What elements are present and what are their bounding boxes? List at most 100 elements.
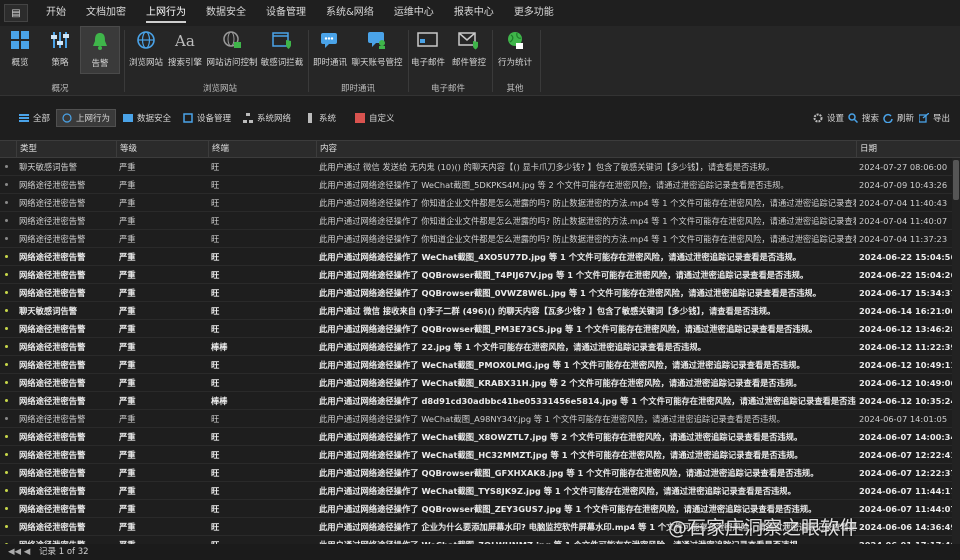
menu-start[interactable]: 开始 bbox=[36, 0, 76, 26]
table-row[interactable]: 网络途径泄密告警 严重 旺 此用户通过网络途径操作了 WeChat截图_TYS8JK9… bbox=[0, 482, 960, 500]
table-row[interactable]: 网络途径泄密告警 严重 旺 此用户通过网络途径操作了 你知道企业文件都是怎么泄露的吗?… bbox=[0, 212, 960, 230]
filter-system-network[interactable]: 系统网络 bbox=[238, 109, 296, 127]
svg-text:Aa: Aa bbox=[174, 32, 195, 50]
filter-custom[interactable]: 自定义 bbox=[350, 109, 400, 127]
table-row[interactable]: 网络途径泄密告警 严重 棒棒 此用户通过网络途径操作了 d8d91cd30adbbc4… bbox=[0, 392, 960, 410]
scrollbar-thumb[interactable] bbox=[953, 160, 959, 200]
table-row[interactable]: 网络途径泄密告警 严重 旺 此用户通过网络途径操作了 你知道企业文件都是怎么泄露的吗?… bbox=[0, 230, 960, 248]
menu-ops-center[interactable]: 运维中心 bbox=[384, 0, 444, 26]
cell-date: 2024-07-09 10:43:26 bbox=[859, 180, 948, 190]
table-row[interactable]: 聊天敏感词告警 严重 旺 此用户通过 微信 接收来自 ()李子二群 (496)() 的… bbox=[0, 302, 960, 320]
app-menu-icon[interactable]: ▤ bbox=[4, 4, 28, 22]
export-button[interactable]: 导出 bbox=[914, 109, 955, 127]
website-access-control-button[interactable]: 网站访问控制 bbox=[206, 26, 258, 74]
table-row[interactable]: 网络途径泄密告警 严重 旺 此用户通过网络途径操作了 QQBrowser截图_T4PI… bbox=[0, 266, 960, 284]
table-row[interactable]: 网络途径泄密告警 严重 旺 此用户通过网络途径操作了 WeChat截图_HC32MMZ… bbox=[0, 446, 960, 464]
alert-table: 类型 等级 终端 内容 日期 聊天敏感词告警 严重旺此用户通过 微信 发送给 无内… bbox=[0, 140, 960, 544]
ribbon-separator bbox=[492, 30, 493, 92]
cell-date: 2024-06-07 12:22:41 bbox=[859, 450, 952, 460]
email-label: 电子邮件 bbox=[410, 58, 445, 68]
table-row[interactable]: 网络途径泄密告警 严重 旺 此用户通过网络途径操作了 WeChat截图_KRABX31… bbox=[0, 374, 960, 392]
cell-type: 网络途径泄密告警 bbox=[16, 536, 116, 544]
cell-terminal: 旺 bbox=[211, 216, 220, 226]
browse-websites-button[interactable]: 浏览网站 bbox=[128, 26, 164, 74]
menu-report-center[interactable]: 报表中心 bbox=[444, 0, 504, 26]
table-row[interactable]: 网络途径泄密告警 严重 旺 此用户通过网络途径操作了 你知道企业文件都是怎么泄露的吗?… bbox=[0, 194, 960, 212]
cell-content: 此用户通过网络途径操作了 QQBrowser截图_PM3E73CS.jpg 等 … bbox=[319, 324, 818, 334]
alert-button[interactable]: 告警 bbox=[80, 26, 120, 74]
cell-level: 严重 bbox=[119, 180, 136, 190]
cell-level: 严重 bbox=[119, 486, 136, 496]
email-button[interactable]: 电子邮件 bbox=[410, 26, 446, 74]
behavior-stats-button[interactable]: 行为统计 bbox=[496, 26, 534, 74]
table-row[interactable]: 网络途径泄密告警 严重 旺 此用户通过网络途径操作了 WeChat截图_4XO5U77… bbox=[0, 248, 960, 266]
cell-content: 此用户通过网络途径操作了 WeChat截图_PMOX0LMG.jpg 等 1 个… bbox=[319, 360, 805, 370]
column-header-date[interactable]: 日期 bbox=[856, 141, 952, 157]
record-nav-icons[interactable]: ◀◀ ◀ bbox=[8, 547, 30, 557]
menu-label: 设备管理 bbox=[266, 7, 306, 18]
ribbon-separator bbox=[408, 30, 409, 92]
cell-content: 此用户通过网络途径操作了 WeChat截图_5DKPKS4M.jpg 等 2 个… bbox=[319, 180, 789, 190]
table-row[interactable]: 网络途径泄密告警 严重 旺 此用户通过网络途径操作了 QQBrowser截图_0VWZ… bbox=[0, 284, 960, 302]
email-control-button[interactable]: 邮件管控 bbox=[450, 26, 488, 74]
table-row[interactable]: 聊天敏感词告警 严重 旺 此用户通过 微信 发送给 无内鬼 (10)() 的聊天内容【… bbox=[0, 158, 960, 176]
sensitive-word-block-button[interactable]: 敏感词拦截 bbox=[260, 26, 304, 74]
vertical-scrollbar[interactable] bbox=[952, 158, 960, 544]
cell-type: 网络途径泄密告警 bbox=[19, 486, 86, 496]
filter-internet-behavior[interactable]: 上网行为 bbox=[56, 109, 117, 127]
column-header-type[interactable]: 类型 bbox=[16, 141, 116, 157]
menu-doc-encrypt[interactable]: 文档加密 bbox=[76, 0, 136, 26]
refresh-button[interactable]: 刷新 bbox=[878, 109, 919, 127]
column-header-terminal[interactable]: 终端 bbox=[208, 141, 316, 157]
column-header-level[interactable]: 等级 bbox=[116, 141, 208, 157]
email-icon bbox=[416, 28, 440, 52]
instant-messaging-button[interactable]: 即时通讯 bbox=[312, 26, 348, 74]
cell-terminal: 旺 bbox=[211, 234, 220, 244]
chat-account-control-button[interactable]: 聊天账号管控 bbox=[350, 26, 404, 74]
cell-content: 此用户通过网络途径操作了 你知道企业文件都是怎么泄露的吗? 防止数据泄密的方法.… bbox=[319, 216, 856, 226]
table-row[interactable]: 网络途径泄密告警 严重 旺 此用户通过网络途径操作了 WeChat截图_PMOX0LM… bbox=[0, 356, 960, 374]
column-header-content[interactable]: 内容 bbox=[316, 141, 856, 157]
filter-data-security[interactable]: 数据安全 bbox=[118, 109, 176, 127]
table-row[interactable]: 网络途径泄密告警 严重 旺 此用户通过网络途径操作了 WeChat截图_A98NY34… bbox=[0, 410, 960, 428]
table-row[interactable]: 网络途径泄密告警 严重 旺 此用户通过网络途径操作了 WeChat截图_X8OWZTL… bbox=[0, 428, 960, 446]
cell-content: 此用户通过网络途径操作了 你知道企业文件都是怎么泄露的吗? 防止数据泄密的方法.… bbox=[319, 234, 856, 244]
menu-internet-behavior[interactable]: 上网行为 bbox=[136, 0, 196, 26]
cell-terminal: 棒棒 bbox=[211, 342, 228, 352]
table-row[interactable]: 网络途径泄密告警 严重 旺 此用户通过网络途径操作了 QQBrowser截图_PM3E… bbox=[0, 320, 960, 338]
cell-content: 此用户通过网络途径操作了 QQBrowser截图_0VWZ8W6L.jpg 等 … bbox=[319, 288, 822, 298]
row-status-dot-icon bbox=[5, 327, 8, 330]
cell-date: 2024-06-06 14:36:49 bbox=[859, 522, 952, 532]
cell-date: 2024-06-22 15:04:26 bbox=[859, 270, 952, 280]
filter-system[interactable]: 系统 bbox=[300, 109, 341, 127]
list-icon bbox=[19, 113, 29, 123]
table-row[interactable]: 网络途径泄密告警 严重 旺 此用户通过网络途径操作了 QQBrowser截图_GFXH… bbox=[0, 464, 960, 482]
menu-more[interactable]: 更多功能 bbox=[504, 0, 564, 26]
cell-level: 严重 bbox=[116, 536, 208, 544]
cell-type: 聊天敏感词告警 bbox=[19, 162, 78, 172]
filter-all[interactable]: 全部 bbox=[14, 109, 55, 127]
menu-data-security[interactable]: 数据安全 bbox=[196, 0, 256, 26]
group-label-overview: 概况 bbox=[51, 84, 69, 94]
overview-icon bbox=[8, 28, 32, 52]
cell-content: 此用户通过网络途径操作了 WeChat截图_4XO5U77D.jpg 等 1 个… bbox=[319, 252, 802, 262]
globe-icon bbox=[134, 28, 158, 52]
refresh-label: 刷新 bbox=[897, 114, 915, 124]
policy-button[interactable]: 策略 bbox=[44, 26, 76, 74]
overview-label: 概览 bbox=[11, 58, 29, 68]
menu-system-network[interactable]: 系统&网络 bbox=[316, 0, 384, 26]
search-engine-button[interactable]: Aa 搜索引擎 bbox=[168, 26, 202, 74]
cell-terminal: 旺 bbox=[211, 162, 220, 172]
filter-device-mgmt[interactable]: 设备管理 bbox=[178, 109, 236, 127]
cell-level: 严重 bbox=[119, 324, 136, 334]
cell-level: 严重 bbox=[119, 522, 136, 532]
overview-button[interactable]: 概览 bbox=[4, 26, 36, 74]
table-row[interactable]: 网络途径泄密告警 严重 旺 此用户通过网络途径操作了 WeChat截图_5DKPKS4… bbox=[0, 176, 960, 194]
record-counter: 记录 1 of 32 bbox=[39, 547, 89, 557]
menu-device-mgmt[interactable]: 设备管理 bbox=[256, 0, 316, 26]
table-row[interactable]: 网络途径泄密告警 严重 棒棒 此用户通过网络途径操作了 22.jpg 等 1 个文件可… bbox=[0, 338, 960, 356]
ribbon-separator bbox=[308, 30, 309, 92]
ribbon-toolbar: 概览 策略 告警 浏览网站 Aa 搜索引擎 网站访问控制 敏感词拦截 即时通讯 … bbox=[0, 26, 960, 96]
cell-type: 网络途径泄密告警 bbox=[19, 432, 86, 442]
status-bar: ◀◀ ◀ 记录 1 of 32 bbox=[0, 544, 960, 560]
